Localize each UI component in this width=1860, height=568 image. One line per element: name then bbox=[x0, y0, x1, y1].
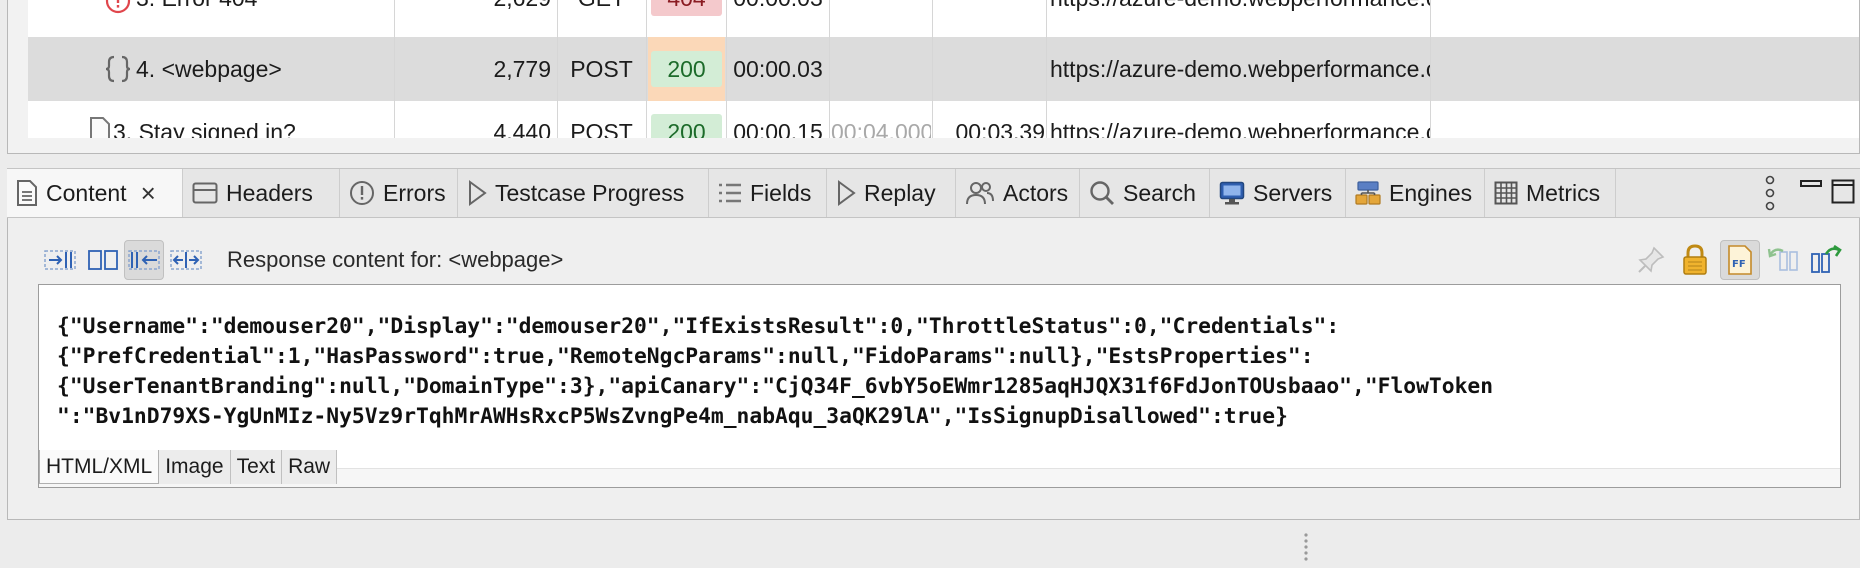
tab-image[interactable]: Image bbox=[159, 450, 231, 484]
forward-icon bbox=[1811, 245, 1842, 273]
expand-both-button[interactable] bbox=[166, 240, 206, 280]
window-icon bbox=[192, 182, 218, 204]
tab-label: Search bbox=[1123, 179, 1196, 206]
people-icon bbox=[966, 182, 994, 205]
next-button[interactable] bbox=[1806, 240, 1846, 280]
back-icon bbox=[1767, 248, 1798, 271]
play-icon bbox=[469, 180, 487, 206]
tab-headers[interactable]: Headers bbox=[183, 169, 340, 217]
row-url: https://azure-demo.webperformance.com/c bbox=[1050, 56, 1430, 82]
table-row[interactable]: 3. Stay signed in? 4,440 POST 200 00:00.… bbox=[28, 100, 1859, 138]
tab-text[interactable]: Text bbox=[230, 450, 283, 484]
svg-text:FF: FF bbox=[1732, 259, 1746, 270]
page-icon bbox=[88, 100, 112, 138]
format-tab-bar: HTML/XML Image Text Raw bbox=[39, 450, 338, 484]
tab-label: Fields bbox=[750, 179, 812, 206]
arrow-to-bar-icon bbox=[44, 250, 76, 270]
status-badge: 200 bbox=[651, 51, 722, 87]
view-tab-bar: Content × Headers Errors Testcase Progre… bbox=[7, 168, 1860, 218]
tab-label: Servers bbox=[1253, 179, 1333, 206]
row-goal: 00:04.000 bbox=[831, 119, 931, 138]
engine-icon bbox=[1355, 181, 1381, 205]
view-menu-icon[interactable] bbox=[1760, 174, 1780, 212]
lock-icon bbox=[1683, 244, 1707, 275]
play-icon bbox=[838, 180, 856, 206]
document-icon bbox=[17, 180, 37, 206]
row-label: 3. Error 404 bbox=[136, 0, 386, 30]
tab-raw[interactable]: Raw bbox=[282, 450, 338, 484]
table-row[interactable]: 3. Error 404 2,629 GET 404 00:00.03 http… bbox=[28, 0, 1859, 30]
grid-icon bbox=[1494, 181, 1518, 205]
collapse-left-button[interactable] bbox=[124, 240, 164, 280]
row-url: https://azure-demo.webperformance.com/r bbox=[1050, 0, 1430, 30]
pin-button[interactable] bbox=[1631, 240, 1671, 280]
formatted-document-icon: FF bbox=[1728, 245, 1752, 275]
tab-label: Headers bbox=[226, 179, 313, 206]
tab-label: Testcase Progress bbox=[495, 179, 685, 206]
tab-label: Errors bbox=[383, 179, 446, 206]
json-icon bbox=[105, 37, 131, 101]
row-size: 4,440 bbox=[493, 119, 551, 138]
tab-actors[interactable]: Actors bbox=[956, 169, 1080, 217]
row-duration: 00:00.03 bbox=[733, 56, 823, 82]
alert-circle-icon bbox=[350, 181, 374, 205]
row-status: 200 bbox=[648, 37, 725, 101]
response-body-text[interactable]: {"Username":"demouser20","Display":"demo… bbox=[57, 312, 1827, 432]
tab-servers[interactable]: Servers bbox=[1210, 169, 1346, 217]
row-label: 3. Stay signed in? bbox=[113, 119, 296, 138]
row-method: GET bbox=[557, 0, 646, 30]
tab-label: Engines bbox=[1389, 179, 1473, 206]
tab-html-xml[interactable]: HTML/XML bbox=[39, 450, 160, 484]
tab-replay[interactable]: Replay bbox=[827, 169, 956, 217]
lock-button[interactable] bbox=[1675, 240, 1715, 280]
row-method: POST bbox=[570, 56, 633, 82]
tab-label: Replay bbox=[864, 179, 936, 206]
status-badge: 200 bbox=[651, 114, 722, 138]
horizontal-scrollbar[interactable] bbox=[8, 138, 1859, 153]
transaction-table-panel: 3. Error 404 2,629 GET 404 00:00.03 http… bbox=[7, 0, 1860, 154]
table-row-selected[interactable]: 4. <webpage> 2,779 POST 200 00:00.03 htt… bbox=[28, 37, 1859, 101]
status-badge: 404 bbox=[651, 0, 722, 16]
maximize-icon[interactable] bbox=[1831, 179, 1855, 205]
tab-metrics[interactable]: Metrics bbox=[1485, 169, 1616, 217]
columns-icon bbox=[88, 250, 118, 270]
row-url: https://azure-demo.webperformance.com/r bbox=[1050, 119, 1430, 138]
tab-label: Actors bbox=[1003, 179, 1069, 206]
minimize-icon[interactable] bbox=[1800, 179, 1822, 203]
transaction-table: 3. Error 404 2,629 GET 404 00:00.03 http… bbox=[28, 0, 1859, 138]
format-button[interactable]: FF bbox=[1720, 240, 1760, 280]
row-average: 00:03.39 bbox=[955, 119, 1045, 138]
close-icon[interactable]: × bbox=[141, 180, 156, 206]
tab-engines[interactable]: Engines bbox=[1346, 169, 1485, 217]
collapse-right-button[interactable] bbox=[40, 240, 80, 280]
error-icon bbox=[105, 0, 131, 30]
tab-label: Metrics bbox=[1526, 179, 1601, 206]
tab-label: Content bbox=[46, 179, 127, 206]
monitor-icon bbox=[1219, 181, 1245, 205]
content-view: Response content for: <webpage> FF {"Use… bbox=[7, 218, 1860, 520]
row-label: 4. <webpage> bbox=[136, 56, 282, 82]
tab-content[interactable]: Content × bbox=[7, 169, 183, 217]
tab-errors[interactable]: Errors bbox=[340, 169, 458, 217]
expand-horizontal-icon bbox=[170, 250, 202, 270]
split-view-button[interactable] bbox=[83, 240, 123, 280]
row-duration: 00:00.15 bbox=[733, 119, 823, 138]
previous-button[interactable] bbox=[1763, 240, 1803, 280]
response-content-label: Response content for: <webpage> bbox=[227, 247, 564, 272]
resize-grip-icon[interactable] bbox=[1303, 532, 1309, 562]
tab-testcase-progress[interactable]: Testcase Progress bbox=[458, 169, 709, 217]
row-status: 404 bbox=[648, 0, 725, 30]
row-status: 200 bbox=[648, 100, 725, 138]
pin-icon bbox=[1638, 246, 1665, 273]
list-icon bbox=[719, 183, 741, 203]
arrow-from-bar-icon bbox=[128, 250, 160, 270]
tab-fields[interactable]: Fields bbox=[709, 169, 827, 217]
row-method: POST bbox=[570, 119, 633, 138]
row-size: 2,629 bbox=[400, 0, 551, 30]
tab-search[interactable]: Search bbox=[1080, 169, 1210, 217]
row-duration: 00:00.03 bbox=[728, 0, 828, 30]
search-icon bbox=[1090, 181, 1114, 205]
row-size: 2,779 bbox=[493, 56, 551, 82]
